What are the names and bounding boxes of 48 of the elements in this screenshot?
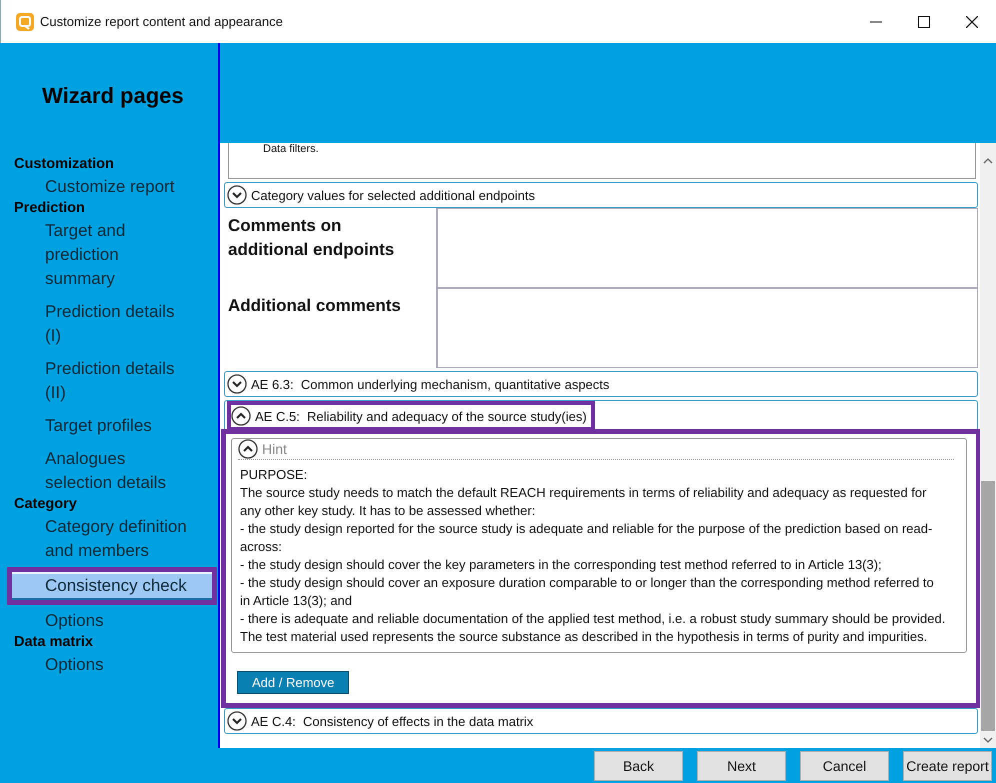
section-title: AE 6.3: Common underlying mechanism, quantitative aspects (251, 376, 610, 392)
expand-chevron-icon[interactable] (227, 374, 247, 394)
section-title: AE C.5: Reliability and adequacy of the source study(ies) (255, 408, 587, 424)
section-header[interactable]: AE C.4: Consistency of effects in the data matrix (224, 708, 978, 734)
sidebar-item[interactable]: Target and prediction summary (12, 219, 212, 291)
hint-text: - the study design should cover the key parameters in the corresponding test method referred to in Article 13(3); (240, 556, 883, 574)
wizard-button[interactable]: Next (697, 750, 786, 780)
sidebar-item[interactable]: Analogues selection details (12, 447, 212, 495)
comment-field[interactable] (436, 288, 978, 368)
expand-chevron-icon[interactable] (227, 711, 247, 731)
app-logo-icon (16, 12, 34, 30)
wizard-button[interactable]: Create report (903, 750, 992, 780)
sidebar-item[interactable]: Options (12, 609, 212, 633)
sidebar-group-label: Data matrix (14, 633, 94, 651)
hint-text: PURPOSE: (240, 466, 308, 484)
add-remove-button[interactable]: Add / Remove (237, 671, 350, 694)
section-title: AE C.4: Consistency of effects in the data matrix (251, 714, 534, 728)
comment-field[interactable] (436, 208, 978, 288)
sidebar-title: Wizard pages (42, 83, 185, 109)
hint-title: Hint (262, 441, 287, 457)
sidebar-item[interactable]: Options (12, 653, 212, 677)
sidebar-item[interactable]: Customize report (12, 175, 212, 199)
hint-text: - the study design reported for the source study is adequate and reliable for the purpose of the prediction based on read-across: (240, 520, 934, 556)
collapse-chevron-icon[interactable] (238, 439, 258, 459)
sidebar-item[interactable]: Prediction details (I) (12, 300, 212, 348)
collapse-chevron-icon[interactable] (231, 406, 251, 426)
sidebar-item[interactable]: Prediction details (II) (12, 357, 212, 405)
sidebar-item[interactable]: Target profiles (12, 414, 212, 438)
section-header[interactable]: AE 6.3: Common underlying mechanism, quantitative aspects (224, 371, 978, 397)
hint-text: The source study needs to match the default REACH requirements in terms of reliability and adequacy as requested for any other key study. It has to be assessed whether: (240, 484, 928, 520)
wizard-button[interactable]: Cancel (800, 750, 889, 780)
section-header[interactable]: Category values for selected additional endpoints (224, 182, 978, 208)
sidebar-item[interactable]: Category definition and members (12, 515, 212, 563)
data-filters-text: Data filters. (263, 143, 320, 155)
hint-text: - there is adequate and reliable documentation of the applied test method, i.e. a robust study summary should be provided. The test material used represents the source substance as described in the hypothesis in terms of purity and impurities. (240, 610, 946, 646)
section-title: Category values for selected additional endpoints (251, 188, 536, 202)
sidebar-group-label: Category (14, 495, 78, 513)
expand-chevron-icon[interactable] (227, 185, 247, 205)
section-header[interactable]: AE C.5: Reliability and adequacy of the source study(ies) (224, 400, 978, 432)
window-title: Customize report content and appearance (40, 14, 284, 29)
field-label: Additional comments (227, 295, 402, 317)
wizard-button[interactable]: Back (594, 750, 683, 780)
sidebar-group-label: Prediction (14, 199, 86, 217)
field-label: Comments on additional endpoints (227, 215, 396, 261)
close-icon[interactable] (966, 16, 978, 28)
maximize-icon[interactable] (918, 16, 930, 28)
hint-text: - the study design should cover an exposure duration comparable to or longer than the corresponding method referred to in Article 13(3); and (240, 574, 935, 610)
sidebar-group-label: Customization (14, 155, 115, 173)
